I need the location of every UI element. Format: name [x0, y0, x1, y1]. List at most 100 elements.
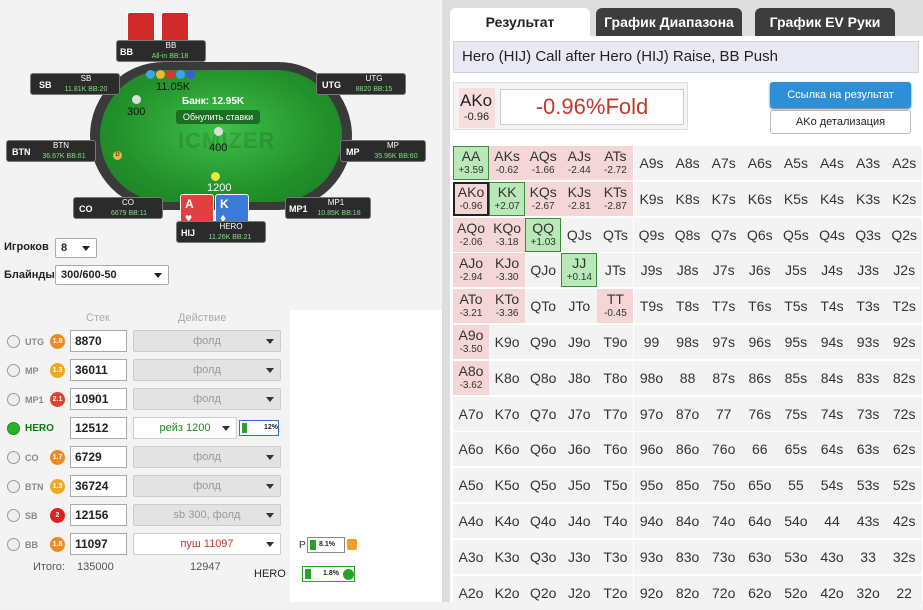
hand-cell[interactable]: 76s [741, 396, 778, 431]
hand-cell[interactable]: 74s [814, 396, 850, 431]
tab-ev-chart[interactable]: График EV Руки [755, 8, 895, 36]
action-select[interactable]: фолд [133, 359, 281, 381]
hand-cell[interactable]: KK +2.07 [489, 181, 526, 216]
hand-cell[interactable]: Q2s [886, 217, 923, 252]
hand-cell[interactable]: 55 [777, 468, 814, 503]
hand-cell[interactable]: A4o [453, 504, 489, 538]
hand-cell[interactable]: K9s [633, 181, 670, 216]
hand-cell[interactable]: AKs -0.62 [489, 146, 526, 180]
hand-cell[interactable]: J4o [561, 504, 598, 538]
seat-btn[interactable]: BTN BTN 36.67K BB:61 [6, 140, 96, 162]
hand-cell[interactable]: 33 [850, 539, 887, 574]
hand-cell[interactable]: 53s [850, 468, 887, 503]
hand-cell[interactable]: 64s [814, 432, 850, 467]
action-select[interactable]: фолд [133, 330, 281, 352]
player-radio[interactable] [7, 335, 20, 348]
hand-cell[interactable]: K4s [814, 181, 850, 216]
hand-cell[interactable]: K5o [489, 468, 526, 503]
hand-cell[interactable]: Q6o [525, 432, 562, 467]
seat-hero[interactable]: HIJ HERO 11.26K BB:21 [176, 221, 266, 243]
hand-cell[interactable]: Q4o [525, 504, 562, 538]
hand-cell[interactable]: A3o [453, 539, 489, 574]
hand-cell[interactable]: A6s [741, 146, 778, 180]
hand-cell[interactable]: T3s [850, 289, 887, 324]
hand-cell[interactable]: 82s [886, 360, 923, 395]
hand-cell[interactable]: ATo -3.21 [453, 289, 489, 324]
hand-cell[interactable]: 62o [741, 575, 778, 610]
hand-cell[interactable]: QJs [561, 217, 598, 252]
hand-cell[interactable]: 95o [633, 468, 670, 503]
hand-cell[interactable]: 54s [814, 468, 850, 503]
hand-cell[interactable]: A4s [814, 146, 850, 180]
result-link-button[interactable]: Ссылка на результат [770, 82, 911, 108]
hand-cell[interactable]: J6o [561, 432, 598, 467]
hand-cell[interactable]: 74o [705, 504, 742, 538]
hand-cell[interactable]: 77 [705, 396, 742, 431]
hand-cell[interactable]: T9s [633, 289, 670, 324]
hand-cell[interactable]: J7s [705, 253, 742, 288]
hand-cell[interactable]: T3o [597, 539, 634, 574]
hand-cell[interactable]: J5o [561, 468, 598, 503]
player-radio[interactable] [7, 480, 20, 493]
hand-cell[interactable]: 43s [850, 504, 887, 538]
hand-cell[interactable]: 93s [850, 325, 887, 359]
hand-cell[interactable]: 92o [633, 575, 670, 610]
hand-cell[interactable]: 82o [669, 575, 706, 610]
hand-cell[interactable]: 43o [814, 539, 850, 574]
hand-cell[interactable]: 54o [777, 504, 814, 538]
lock-icon[interactable] [347, 539, 357, 550]
hand-cell[interactable]: JTs [597, 253, 634, 288]
hand-cell[interactable]: K8s [669, 181, 706, 216]
hand-cell[interactable]: T6s [741, 289, 778, 324]
hand-cell[interactable]: J2o [561, 575, 598, 610]
hand-cell[interactable]: K3s [850, 181, 887, 216]
hand-cell[interactable]: 65s [777, 432, 814, 467]
hand-cell[interactable]: Q9s [633, 217, 670, 252]
hand-cell[interactable]: K7o [489, 396, 526, 431]
hand-cell[interactable]: K5s [777, 181, 814, 216]
hand-cell[interactable]: Q7s [705, 217, 742, 252]
hand-cell[interactable]: 99 [633, 325, 670, 359]
hand-cell[interactable]: 84s [814, 360, 850, 395]
hand-cell[interactable]: 85o [669, 468, 706, 503]
hand-cell[interactable]: 64o [741, 504, 778, 538]
hand-cell[interactable]: 32s [886, 539, 923, 574]
hand-cell[interactable]: J8o [561, 360, 598, 395]
hand-cell[interactable]: 86o [669, 432, 706, 467]
hand-cell[interactable]: J8s [669, 253, 706, 288]
hand-cell[interactable]: A9o -3.50 [453, 325, 489, 359]
action-select[interactable]: фолд [133, 388, 281, 410]
hand-cell[interactable]: 42s [886, 504, 923, 538]
hand-cell[interactable]: 98s [669, 325, 706, 359]
hand-cell[interactable]: 87s [705, 360, 742, 395]
stack-input[interactable]: 10901 [70, 388, 127, 410]
hand-cell[interactable]: 52s [886, 468, 923, 503]
hand-cell[interactable]: 75s [777, 396, 814, 431]
seat-mp[interactable]: MP MP 35.96K BB:60 [340, 140, 426, 162]
hand-cell[interactable]: T2s [886, 289, 923, 324]
hand-cell[interactable]: 96s [741, 325, 778, 359]
hand-cell[interactable]: 52o [777, 575, 814, 610]
hand-cell[interactable]: T9o [597, 325, 634, 359]
hand-cell[interactable]: KJo -3.30 [489, 253, 526, 288]
stack-input[interactable]: 8870 [70, 330, 127, 352]
hand-cell[interactable]: 72o [705, 575, 742, 610]
hand-cell[interactable]: 22 [886, 575, 923, 610]
hand-cell[interactable]: 93o [633, 539, 670, 574]
hand-cell[interactable]: 87o [669, 396, 706, 431]
hand-cell[interactable]: QTo [525, 289, 562, 324]
hand-cell[interactable]: Q6s [741, 217, 778, 252]
hand-cell[interactable]: Q4s [814, 217, 850, 252]
stack-input[interactable]: 12156 [70, 504, 127, 526]
players-select[interactable]: 8 [55, 238, 97, 258]
stack-input[interactable]: 6729 [70, 446, 127, 468]
player-radio[interactable] [7, 509, 20, 522]
hand-cell[interactable]: 72s [886, 396, 923, 431]
hand-cell[interactable]: J5s [777, 253, 814, 288]
hand-cell[interactable]: 88 [669, 360, 706, 395]
hand-cell[interactable]: 84o [669, 504, 706, 538]
hand-cell[interactable]: KTo -3.36 [489, 289, 526, 324]
hand-cell[interactable]: Q3o [525, 539, 562, 574]
hand-cell[interactable]: J2s [886, 253, 923, 288]
hand-cell[interactable]: A8o -3.62 [453, 360, 489, 395]
